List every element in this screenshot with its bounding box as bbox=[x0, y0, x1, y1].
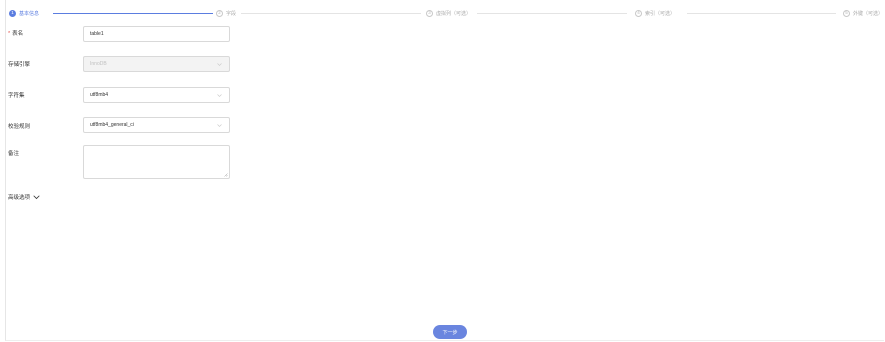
chevron-down-icon bbox=[217, 124, 222, 127]
step-connector bbox=[53, 13, 213, 14]
chevron-down-icon bbox=[217, 94, 222, 97]
step-number: 4 bbox=[635, 9, 642, 17]
comment-label: 备注 bbox=[8, 151, 20, 157]
charset-row: 字符集 bbox=[8, 91, 83, 99]
stepper: 1 基本信息 2 字段 3 虚拟列（可选） 4 索引（可选） 5 外键（可选） bbox=[9, 9, 883, 17]
engine-select[interactable]: InnoDB bbox=[83, 56, 230, 72]
step-indexes[interactable]: 4 索引（可选） bbox=[635, 9, 675, 17]
step-basic-info[interactable]: 1 基本信息 bbox=[9, 9, 39, 17]
table-name-input[interactable]: table1 bbox=[83, 26, 230, 42]
charset-label: 字符集 bbox=[8, 93, 25, 99]
chevron-down-icon bbox=[33, 194, 40, 199]
collation-label: 校验规则 bbox=[8, 124, 31, 130]
step-foreign-keys[interactable]: 5 外键（可选） bbox=[843, 9, 883, 17]
step-virtual-columns[interactable]: 3 虚拟列（可选） bbox=[426, 9, 471, 17]
charset-select[interactable]: utf8mb4 bbox=[83, 87, 230, 103]
advanced-options-label: 高级选项 bbox=[8, 195, 31, 201]
step-connector bbox=[687, 13, 836, 14]
step-label: 字段 bbox=[226, 10, 237, 17]
advanced-options-toggle[interactable]: 高级选项 bbox=[8, 193, 40, 201]
table-name-label: * 表名 bbox=[8, 31, 24, 37]
engine-row: 存储引擎 bbox=[8, 60, 83, 68]
comment-row: 备注 bbox=[8, 149, 83, 157]
step-fields[interactable]: 2 字段 bbox=[216, 9, 236, 17]
resize-grip-icon[interactable] bbox=[223, 172, 228, 177]
step-number: 2 bbox=[216, 9, 223, 17]
step-label: 虚拟列（可选） bbox=[436, 10, 472, 17]
step-connector bbox=[241, 13, 421, 14]
step-connector bbox=[477, 13, 627, 14]
required-mark: * bbox=[8, 31, 11, 37]
chevron-down-icon bbox=[217, 63, 222, 66]
step-number: 3 bbox=[426, 9, 433, 17]
engine-label: 存储引擎 bbox=[8, 62, 31, 68]
collation-select[interactable]: utf8mb4_general_ci bbox=[83, 117, 230, 133]
table-name-value: table1 bbox=[90, 31, 104, 37]
step-number: 1 bbox=[9, 9, 16, 17]
charset-value: utf8mb4 bbox=[90, 92, 109, 98]
collation-row: 校验规则 bbox=[8, 122, 83, 130]
collation-value: utf8mb4_general_ci bbox=[90, 122, 134, 128]
step-number: 5 bbox=[843, 9, 850, 17]
comment-textarea[interactable] bbox=[83, 145, 230, 179]
step-label: 索引（可选） bbox=[645, 10, 676, 17]
next-step-button[interactable]: 下一步 bbox=[433, 325, 467, 339]
engine-value: InnoDB bbox=[90, 61, 107, 67]
step-label: 外键（可选） bbox=[853, 10, 884, 17]
table-name-row: * 表名 bbox=[8, 29, 83, 37]
step-label: 基本信息 bbox=[19, 10, 40, 17]
